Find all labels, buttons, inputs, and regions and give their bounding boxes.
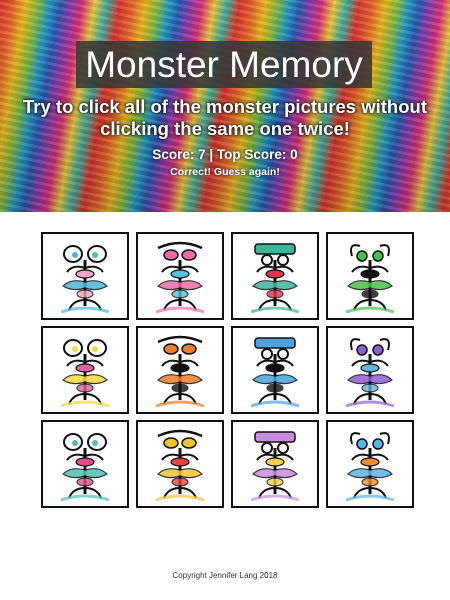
monster-card-2[interactable] (136, 232, 224, 320)
monster-card-8[interactable] (326, 326, 414, 414)
monster-card-11[interactable] (231, 420, 319, 508)
monster-picture (250, 431, 300, 502)
score-label: Score: (152, 147, 199, 162)
monster-card-12[interactable] (326, 420, 414, 508)
header-banner: Monster Memory Try to click all of the m… (0, 0, 450, 212)
monster-picture (345, 244, 395, 314)
monster-card-3[interactable] (231, 232, 319, 320)
monster-picture (155, 335, 205, 408)
copyright-text: Copyright Jennifer Lang 2018 (172, 571, 278, 580)
monster-card-7[interactable] (231, 326, 319, 414)
monster-picture (250, 243, 300, 314)
instructions-text: Try to click all of the monster pictures… (23, 96, 427, 139)
status-message: Correct! Guess again! (170, 166, 280, 178)
monster-picture (60, 245, 110, 314)
score-value: 7 (198, 147, 206, 162)
monster-picture (155, 429, 205, 502)
top-score-value: 0 (290, 147, 298, 162)
score-separator: | (205, 147, 217, 162)
score-line: Score: 7 | Top Score: 0 (0, 147, 450, 162)
monster-card-4[interactable] (326, 232, 414, 320)
monster-picture (250, 337, 300, 408)
monster-picture (345, 432, 395, 502)
monster-card-5[interactable] (41, 326, 129, 414)
monster-card-6[interactable] (136, 326, 224, 414)
monster-card-9[interactable] (41, 420, 129, 508)
top-score-label: Top Score: (216, 147, 291, 162)
monster-card-10[interactable] (136, 420, 224, 508)
monster-picture (60, 433, 110, 502)
monster-picture (60, 339, 110, 408)
title-box: Monster Memory (76, 41, 372, 88)
page-title: Monster Memory (85, 44, 363, 85)
monster-picture (155, 241, 205, 314)
monster-card-1[interactable] (41, 232, 129, 320)
monster-picture (345, 338, 395, 408)
monster-card-grid (41, 232, 414, 508)
